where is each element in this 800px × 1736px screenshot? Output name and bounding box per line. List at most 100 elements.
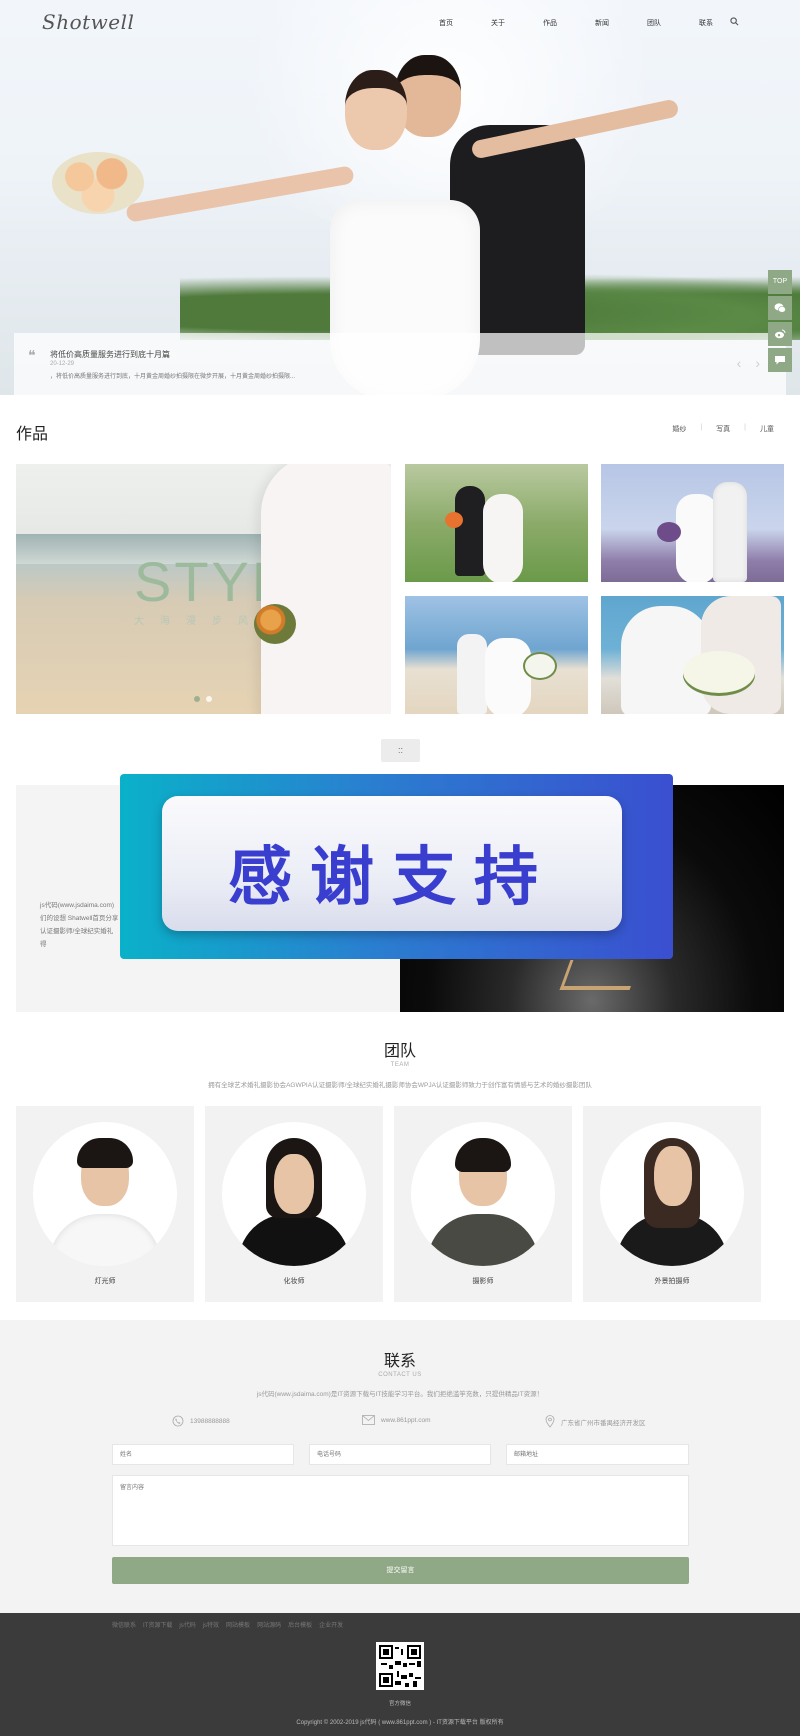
featured-slide-dots: [194, 696, 212, 702]
work-thumb[interactable]: [601, 464, 784, 582]
bouquet: [683, 651, 755, 693]
email-input[interactable]: [506, 1444, 689, 1465]
couple-figure: [713, 482, 747, 582]
filter-divider: |: [744, 424, 746, 431]
avatar: [600, 1122, 744, 1266]
footer-link[interactable]: js代码: [179, 1620, 195, 1629]
nav-item-home[interactable]: 首页: [420, 18, 472, 28]
message-textarea[interactable]: [112, 1475, 689, 1546]
main-nav: 首页 关于 作品 新闻 团队 联系: [420, 17, 739, 28]
slide-dot[interactable]: [206, 696, 212, 702]
footer: 微信联系 IT资源下载 js代码 js特效 网站模板 网站源码 后台模板 企业开…: [0, 1613, 800, 1736]
nav-item-contact[interactable]: 联系: [680, 18, 732, 28]
wechat-icon: [774, 303, 786, 313]
mail-icon: [362, 1415, 375, 1425]
couple-figure: [485, 638, 531, 714]
slider-arrows: ‹ ›: [737, 355, 760, 371]
team-member-card[interactable]: 摄影师: [394, 1106, 572, 1302]
couple-figure: [455, 486, 485, 576]
featured-bouquet: [254, 604, 296, 644]
team-member-card[interactable]: 外景拍摄师: [583, 1106, 761, 1302]
footer-link[interactable]: 后台模板: [288, 1620, 312, 1629]
header: Shotwell 首页 关于 作品 新闻 团队 联系: [0, 0, 800, 48]
footer-link[interactable]: 企业开发: [319, 1620, 343, 1629]
back-to-top-button[interactable]: TOP: [768, 270, 792, 294]
submit-button[interactable]: 提交留言: [112, 1557, 689, 1584]
footer-link[interactable]: 微信联系: [112, 1620, 136, 1629]
avatar: [411, 1122, 555, 1266]
copyright: Copyright © 2002-2019 js代码 ( www.861ppt.…: [296, 1720, 504, 1726]
footer-link[interactable]: 网站源码: [257, 1620, 281, 1629]
work-thumb[interactable]: [405, 596, 588, 714]
name-input[interactable]: [112, 1444, 294, 1465]
team-member-role: 化妆师: [283, 1278, 305, 1285]
load-more-button[interactable]: ::: [381, 739, 420, 762]
hero-caption-date: 20-12-29: [50, 361, 75, 367]
team-member-card[interactable]: 化妆师: [205, 1106, 383, 1302]
filter-wedding[interactable]: 婚纱: [672, 424, 686, 434]
team-subtitle: TEAM: [390, 1062, 410, 1068]
contact-title: 联系: [383, 1353, 416, 1370]
hero-caption[interactable]: ❝ 将低价高质量服务进行到底十月篇 20-12-29 ，将低价高质量服务进行到底…: [14, 333, 786, 395]
couple-figure: [483, 494, 523, 582]
contact-phone-text: 13988888888: [190, 1417, 230, 1425]
couple-figure: [676, 494, 718, 582]
hero-bouquet: [52, 152, 144, 214]
chat-bubble-icon: [775, 356, 785, 365]
thanks-banner-plate: 感谢支持: [162, 796, 622, 931]
slide-dot[interactable]: [194, 696, 200, 702]
contact-desc: js代码(www.jsdaima.com)是IT资源下载与IT技能学习平台。我们…: [256, 1391, 544, 1398]
phone-input[interactable]: [309, 1444, 491, 1465]
contact-email-text: www.861ppt.com: [381, 1416, 431, 1424]
contact-phone: 13988888888: [172, 1415, 230, 1427]
work-thumb[interactable]: [405, 464, 588, 582]
about-chair: [559, 960, 641, 990]
thanks-banner-text: 感谢支持: [228, 841, 556, 915]
work-thumb[interactable]: [601, 596, 784, 714]
qr-code-icon: [379, 1645, 421, 1687]
featured-bride-gown: [261, 464, 391, 714]
contact-subtitle: CONTACT US: [378, 1372, 422, 1378]
message-button[interactable]: [768, 348, 792, 372]
bouquet: [525, 654, 555, 678]
team-member-role: 灯光师: [94, 1278, 116, 1285]
footer-link[interactable]: 网站模板: [226, 1620, 250, 1629]
nav-item-news[interactable]: 新闻: [576, 18, 628, 28]
search-icon[interactable]: [730, 17, 739, 26]
nav-item-about[interactable]: 关于: [472, 18, 524, 28]
wechat-button[interactable]: [768, 296, 792, 320]
bouquet: [445, 512, 463, 528]
avatar: [33, 1122, 177, 1266]
filter-divider: |: [700, 424, 703, 431]
works-header: 作品 婚纱 | 写真 | 儿童: [16, 420, 784, 443]
works-title: 作品: [16, 426, 49, 443]
next-arrow-icon[interactable]: ›: [755, 355, 760, 371]
featured-work-slide[interactable]: STYLE 大海漫步风格: [16, 464, 391, 714]
weibo-button[interactable]: [768, 322, 792, 346]
team-desc: 拥有全球艺术婚礼摄影协会AGWPIA认证摄影师/全球纪实婚礼摄影师协会WPJA认…: [208, 1082, 592, 1089]
hero-slider[interactable]: Shotwell 首页 关于 作品 新闻 团队 联系 ❝ 将低价高质量服务进行到…: [0, 0, 800, 395]
logo[interactable]: Shotwell: [42, 10, 134, 34]
hero-caption-title[interactable]: 将低价高质量服务进行到底十月篇: [50, 349, 170, 360]
quote-icon: ❝: [28, 348, 36, 364]
couple-figure: [457, 634, 487, 714]
contact-email: www.861ppt.com: [362, 1415, 431, 1425]
filter-children[interactable]: 儿童: [760, 424, 774, 434]
filter-portrait[interactable]: 写真: [716, 424, 730, 434]
thanks-banner: 感谢支持: [120, 774, 673, 959]
qr-label: 官方微信: [388, 1701, 411, 1707]
footer-link[interactable]: js特效: [203, 1620, 219, 1629]
team-member-card[interactable]: 灯光师: [16, 1106, 194, 1302]
team-member-role: 摄影师: [472, 1278, 494, 1285]
hero-bride-head: [345, 70, 407, 150]
hero-caption-desc: ，将低价高质量服务进行到底，十月黄金周婚纱拍摄限在微步开展，十月黄金周婚纱拍摄限…: [50, 374, 296, 380]
works-filter: 婚纱 | 写真 | 儿童: [672, 424, 774, 434]
bouquet: [657, 522, 681, 542]
prev-arrow-icon[interactable]: ‹: [737, 355, 742, 371]
nav-item-works[interactable]: 作品: [524, 18, 576, 28]
avatar: [222, 1122, 366, 1266]
side-toolbar: TOP: [768, 270, 792, 374]
nav-item-team[interactable]: 团队: [628, 18, 680, 28]
team-title: 团队: [383, 1043, 416, 1060]
footer-link[interactable]: IT资源下载: [143, 1620, 172, 1629]
